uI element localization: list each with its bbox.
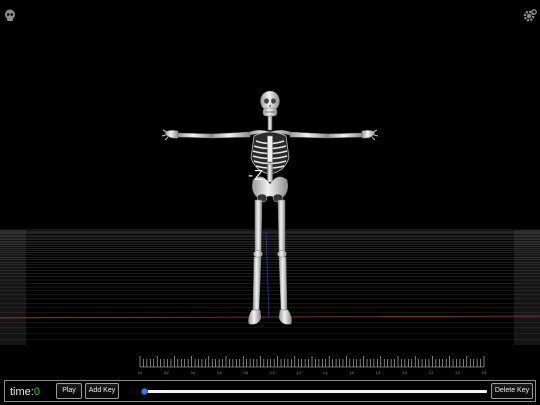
- time-value: 0: [33, 386, 40, 398]
- ruler-tick-label: 1.8: [376, 371, 381, 375]
- ruler-tick-label: 0.6: [217, 371, 222, 375]
- time-slider-thumb[interactable]: [141, 388, 148, 395]
- time-slider[interactable]: [141, 388, 487, 395]
- ruler-tick-label: 2.0: [402, 371, 407, 375]
- timeline-ruler[interactable]: 0.0 0.2 0.4 0.6 0.8 1.0 1.2 1.4 1.6 1.8 2.0 2.2 2.4 2…: [138, 355, 490, 377]
- time-display: time:0: [10, 386, 40, 398]
- control-bar: time:0 Play Add Key Delete Key: [4, 380, 536, 402]
- floor-grid: [0, 229, 540, 345]
- ruler-tick-label: 1.0: [270, 371, 275, 375]
- x-axis-line: [0, 315, 540, 319]
- ruler-tick-label: 2.2: [429, 371, 434, 375]
- delete-key-button[interactable]: Delete Key: [491, 383, 533, 399]
- add-key-button[interactable]: Add Key: [85, 383, 119, 399]
- ruler-tick-label: 2.4: [455, 371, 460, 375]
- time-slider-track[interactable]: [143, 390, 487, 393]
- time-label: time:: [10, 386, 34, 398]
- ruler-tick-label: 0.4: [191, 371, 196, 375]
- ruler-tick-label: 1.2: [297, 371, 302, 375]
- ruler-tick-label: 0.8: [244, 371, 249, 375]
- skeleton-model[interactable]: [161, 90, 379, 325]
- ruler-tick-label: 1.6: [349, 371, 354, 375]
- axis-label: -Z: [248, 167, 265, 184]
- floor-edge: [514, 230, 540, 345]
- 3d-viewport[interactable]: [0, 0, 540, 405]
- gear-icon[interactable]: [523, 9, 537, 22]
- play-button[interactable]: Play: [56, 383, 82, 399]
- ruler-tick-label: 2.6: [482, 371, 487, 375]
- skull-icon[interactable]: [5, 9, 15, 22]
- floor-edge: [0, 230, 26, 345]
- ruler-tick-label: 1.4: [323, 371, 328, 375]
- ruler-tick-label: 0.2: [164, 371, 169, 375]
- ruler-tick-label: 0.0: [138, 371, 142, 375]
